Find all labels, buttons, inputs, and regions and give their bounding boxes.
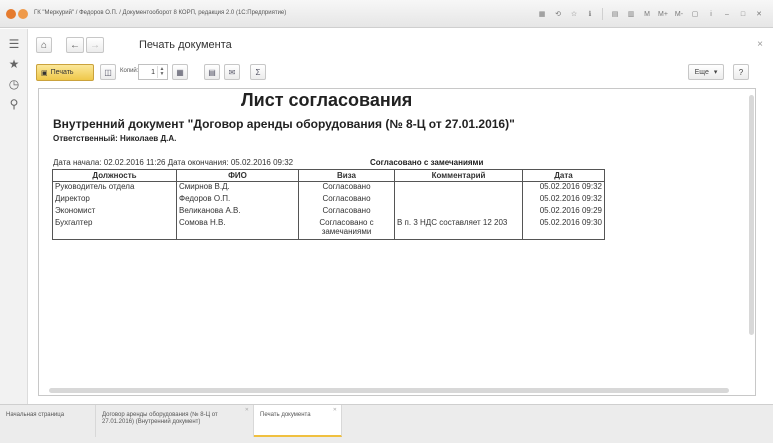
cell-visa: Согласовано: [298, 193, 395, 206]
sections-menu-icon[interactable]: ☰: [7, 37, 21, 51]
form-header: ⌂ ← → Печать документа ×: [28, 29, 773, 61]
approval-status: Согласовано с замечаниями: [370, 158, 484, 167]
table-row: Бухгалтер Сомова Н.В. Согласовано с заме…: [52, 217, 605, 240]
cell-visa: Согласовано с замечаниями: [298, 217, 395, 240]
help-button[interactable]: ?: [733, 64, 749, 80]
tab-close-icon[interactable]: ✕: [333, 407, 337, 414]
sum-icon[interactable]: Σ: [250, 64, 266, 80]
cell-comment: [394, 205, 523, 218]
tab-label: Печать документа: [260, 412, 311, 418]
copies-stepper[interactable]: ▲ ▼: [157, 66, 166, 78]
maximize-icon[interactable]: □: [737, 8, 749, 20]
cell-comment: В п. 3 НДС составляет 12 203: [394, 217, 523, 240]
memory-button[interactable]: M: [641, 8, 653, 20]
cell-position: Директор: [52, 193, 177, 206]
page-title: Печать документа: [139, 39, 232, 51]
spreadsheet-document[interactable]: Лист согласования Внутренний документ "Д…: [38, 88, 756, 396]
copies-input[interactable]: 1 ▲ ▼: [138, 64, 168, 80]
approvals-table: Должность ФИО Виза Комментарий Дата Руко…: [52, 169, 605, 240]
home-icon[interactable]: ⌂: [36, 37, 52, 53]
responsible-person: Ответственный: Николаев Д.А.: [53, 134, 177, 143]
open-windows-bar: Начальная страница Договор аренды оборуд…: [0, 404, 773, 443]
titlebar-tools: ▦ ⟲ ☆ ℹ ▤ ▥ M M+ M- ▢ i – □ ✕: [536, 8, 765, 20]
menu-icon[interactable]: [18, 9, 28, 19]
back-arrow-icon[interactable]: ←: [66, 37, 84, 53]
window-list-icon[interactable]: ▢: [689, 8, 701, 20]
send-email-icon[interactable]: ✉: [224, 64, 240, 80]
more-button[interactable]: Еще ▾: [688, 64, 724, 80]
cell-date: 05.02.2016 09:30: [522, 217, 605, 240]
approval-dates: Дата начала: 02.02.2016 11:26 Дата оконч…: [53, 158, 294, 167]
window-controls: [6, 9, 28, 19]
calendar-icon[interactable]: ▦: [536, 8, 548, 20]
window-titlebar: ГК "Меркурий" / Федоров О.П. / Документо…: [0, 0, 773, 28]
document-title: Лист согласования: [241, 90, 413, 110]
window-title: ГК "Меркурий" / Федоров О.П. / Документо…: [34, 10, 287, 16]
printer-icon: ▣: [41, 69, 48, 77]
print-button-label: Печать: [50, 69, 74, 76]
sections-rail: ☰ ★ ◷ ⚲: [0, 29, 28, 404]
print-toolbar: ▣ Печать ◫ Копий: 1 ▲ ▼ ▦ ▤ ✉ Σ Еще ▾ ?: [28, 61, 773, 85]
memory-plus-button[interactable]: M+: [657, 8, 669, 20]
cell-comment: [394, 193, 523, 206]
cell-visa: Согласовано: [298, 205, 395, 218]
calendar-small-icon[interactable]: ▥: [625, 8, 637, 20]
cell-date: 05.02.2016 09:32: [522, 193, 605, 206]
cell-position: Бухгалтер: [52, 217, 177, 240]
table-row: Директор Федоров О.П. Согласовано 05.02.…: [52, 193, 605, 206]
star-icon[interactable]: ☆: [568, 8, 580, 20]
tab-home-page[interactable]: Начальная страница: [0, 405, 96, 437]
print-button[interactable]: ▣ Печать: [36, 64, 94, 81]
window-close-icon[interactable]: ✕: [753, 8, 765, 20]
info-icon[interactable]: ℹ: [584, 8, 596, 20]
save-icon[interactable]: ▤: [204, 64, 220, 80]
history-icon[interactable]: ⟲: [552, 8, 564, 20]
calc-icon[interactable]: ▤: [609, 8, 621, 20]
memory-minus-button[interactable]: M-: [673, 8, 685, 20]
cell-position: Экономист: [52, 205, 177, 218]
table-header-row: Должность ФИО Виза Комментарий Дата: [52, 169, 605, 182]
tab-internal-document[interactable]: Договор аренды оборудования (№ 8-Ц от 27…: [96, 405, 254, 437]
column-header: Комментарий: [394, 169, 523, 182]
tab-print-document[interactable]: Печать документа ✕: [254, 405, 342, 437]
cell-position: Руководитель отдела: [52, 181, 177, 194]
forward-arrow-icon[interactable]: →: [86, 37, 104, 53]
table-row: Руководитель отдела Смирнов В.Д. Согласо…: [52, 181, 605, 194]
more-label: Еще: [694, 68, 709, 76]
column-header: ФИО: [176, 169, 299, 182]
search-icon[interactable]: ⚲: [7, 97, 21, 111]
vertical-scrollbar[interactable]: [749, 95, 754, 335]
help-info-icon[interactable]: i: [705, 8, 717, 20]
horizontal-scrollbar[interactable]: [49, 388, 729, 393]
cell-name: Смирнов В.Д.: [176, 181, 299, 194]
tab-label: Договор аренды оборудования (№ 8-Ц от 27…: [102, 412, 218, 425]
cell-comment: [394, 181, 523, 194]
cell-name: Федоров О.П.: [176, 193, 299, 206]
document-subtitle: Внутренний документ "Договор аренды обор…: [53, 117, 515, 131]
preview-icon[interactable]: ◫: [100, 64, 116, 80]
history-clock-icon[interactable]: ◷: [7, 77, 21, 91]
minimize-icon[interactable]: –: [721, 8, 733, 20]
favorites-star-icon[interactable]: ★: [7, 57, 21, 71]
column-header: Дата: [522, 169, 605, 182]
spin-down-icon[interactable]: ▼: [160, 72, 165, 77]
cell-date: 05.02.2016 09:32: [522, 181, 605, 194]
copies-label: Копий:: [120, 68, 139, 74]
chevron-down-icon: ▾: [713, 69, 718, 76]
cell-visa: Согласовано: [298, 181, 395, 194]
cell-date: 05.02.2016 09:29: [522, 205, 605, 218]
divider: [602, 8, 603, 20]
close-icon[interactable]: ×: [757, 39, 763, 50]
column-header: Виза: [298, 169, 395, 182]
page-setup-icon[interactable]: ▦: [172, 64, 188, 80]
tab-close-icon[interactable]: ✕: [245, 407, 249, 414]
table-row: Экономист Великанова А.В. Согласовано 05…: [52, 205, 605, 218]
copies-value: 1: [151, 68, 155, 76]
cell-name: Сомова Н.В.: [176, 217, 299, 240]
app-icon[interactable]: [6, 9, 16, 19]
column-header: Должность: [52, 169, 177, 182]
tab-label: Начальная страница: [6, 412, 65, 418]
cell-name: Великанова А.В.: [176, 205, 299, 218]
